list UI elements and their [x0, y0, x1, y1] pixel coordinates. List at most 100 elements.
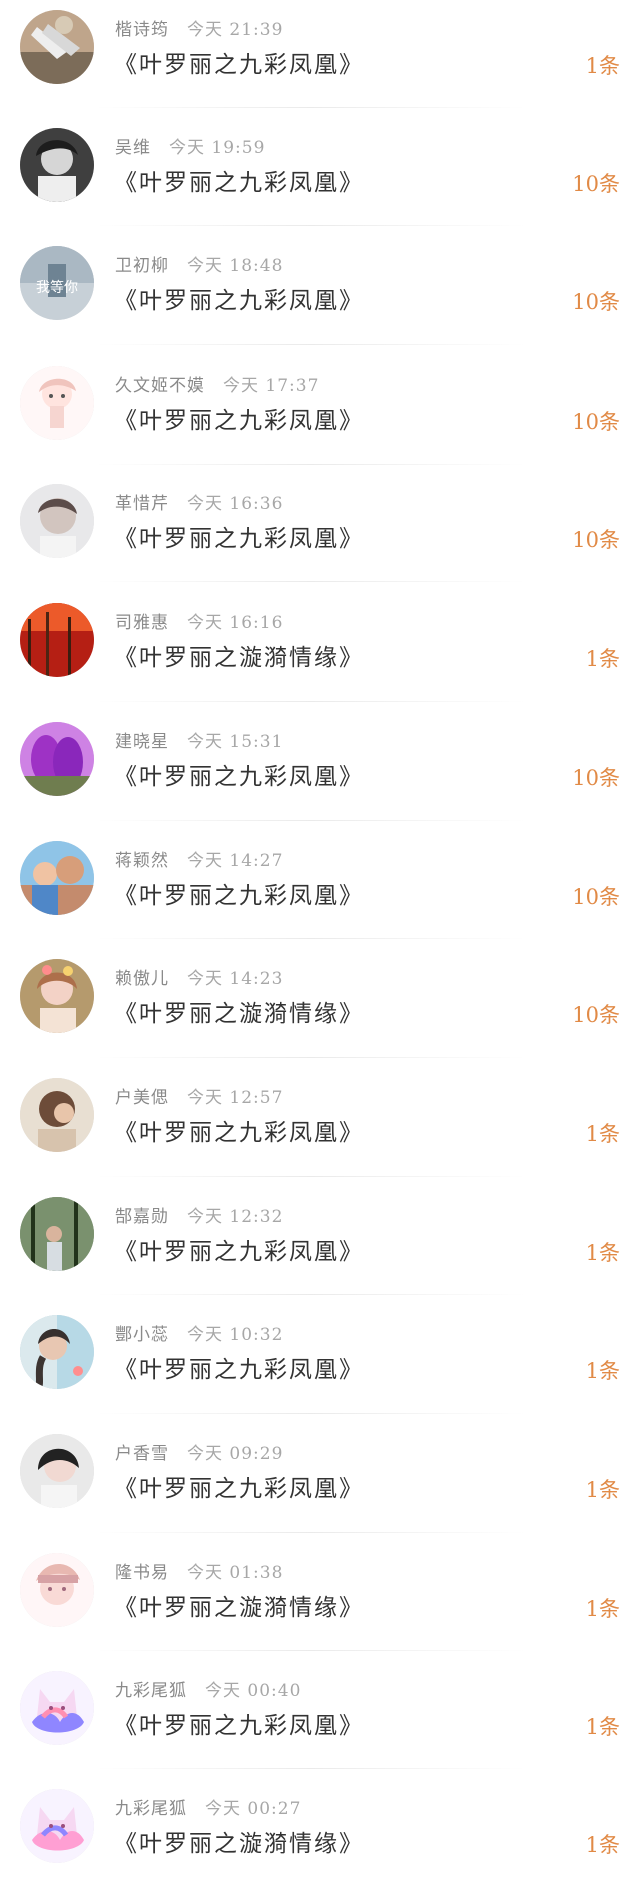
photo-icon [20, 484, 94, 558]
avatar[interactable] [20, 1671, 94, 1745]
message-title: 《叶罗丽之漩漪情缘》 [114, 1595, 364, 1621]
avatar[interactable] [20, 1315, 94, 1389]
photo-icon [20, 1315, 94, 1389]
list-item[interactable]: 九彩尾狐 今天 00:27 《叶罗丽之漩漪情缘》 1条 [0, 1779, 640, 1895]
meta-line: 隆书易 今天 01:38 [115, 1558, 284, 1583]
divider [96, 464, 526, 465]
meta-line: 酆小蕊 今天 10:32 [115, 1320, 283, 1345]
list-item[interactable]: 吴维 今天 19:59 《叶罗丽之九彩凤凰》 10条 [0, 118, 640, 236]
message-title: 《叶罗丽之九彩凤凰》 [114, 170, 364, 196]
list-item[interactable]: 司雅惠 今天 16:16 《叶罗丽之漩漪情缘》 1条 [0, 593, 640, 711]
meta-line: 楷诗筠 今天 21:39 [115, 15, 284, 40]
list-item[interactable]: 隆书易 今天 01:38 《叶罗丽之漩漪情缘》 1条 [0, 1543, 640, 1661]
message-title: 《叶罗丽之九彩凤凰》 [114, 408, 364, 434]
avatar[interactable] [20, 1789, 94, 1863]
message-title: 《叶罗丽之九彩凤凰》 [114, 52, 364, 78]
list-item[interactable]: 建晓星 今天 15:31 《叶罗丽之九彩凤凰》 10条 [0, 712, 640, 830]
avatar[interactable] [20, 1434, 94, 1508]
message-time: 今天 14:27 [187, 851, 284, 871]
user-name: 吴维 [115, 138, 151, 158]
message-count: 1条 [585, 1833, 620, 1857]
photo-icon [20, 1197, 94, 1271]
avatar[interactable] [20, 366, 94, 440]
message-time: 今天 00:27 [205, 1799, 302, 1819]
avatar[interactable] [20, 841, 94, 915]
avatar-text: 我等你 [36, 279, 78, 296]
user-name: 户香雪 [115, 1444, 169, 1464]
message-time: 今天 14:23 [187, 969, 284, 989]
divider [96, 1176, 526, 1177]
message-count: 1条 [585, 647, 620, 671]
message-count: 10条 [572, 410, 620, 434]
meta-line: 蒋颖然 今天 14:27 [115, 846, 284, 871]
message-time: 今天 00:40 [205, 1681, 302, 1701]
message-title: 《叶罗丽之九彩凤凰》 [114, 526, 364, 552]
message-count: 10条 [572, 290, 620, 314]
divider [96, 1294, 526, 1295]
list-item[interactable]: 九彩尾狐 今天 00:40 《叶罗丽之九彩凤凰》 1条 [0, 1661, 640, 1779]
avatar[interactable] [20, 10, 94, 84]
avatar[interactable] [20, 1553, 94, 1627]
flower-icon [20, 722, 94, 796]
message-count: 1条 [585, 1122, 620, 1146]
divider [96, 107, 526, 108]
list-item[interactable]: 酆小蕊 今天 10:32 《叶罗丽之九彩凤凰》 1条 [0, 1305, 640, 1423]
user-name: 郜嘉勋 [115, 1207, 169, 1227]
meta-line: 革惜芹 今天 16:36 [115, 489, 284, 514]
meta-line: 卫初柳 今天 18:48 [115, 251, 284, 276]
meta-line: 司雅惠 今天 16:16 [115, 608, 284, 633]
user-name: 建晓星 [115, 732, 169, 752]
list-item[interactable]: 革惜芹 今天 16:36 《叶罗丽之九彩凤凰》 10条 [0, 474, 640, 592]
list-item[interactable]: 郜嘉勋 今天 12:32 《叶罗丽之九彩凤凰》 1条 [0, 1187, 640, 1305]
message-time: 今天 16:36 [187, 494, 284, 514]
message-list: 楷诗筠 今天 21:39 《叶罗丽之九彩凤凰》 1条 吴维 今天 19:59 《… [0, 0, 640, 1895]
photo-icon [20, 128, 94, 202]
divider [96, 1057, 526, 1058]
message-count: 10条 [572, 766, 620, 790]
message-time: 今天 12:32 [187, 1207, 284, 1227]
avatar[interactable] [20, 1078, 94, 1152]
user-name: 楷诗筠 [115, 20, 169, 40]
avatar[interactable] [20, 1197, 94, 1271]
message-time: 今天 17:37 [223, 376, 320, 396]
photo-icon [20, 959, 94, 1033]
message-title: 《叶罗丽之九彩凤凰》 [114, 288, 364, 314]
message-time: 今天 16:16 [187, 613, 284, 633]
message-title: 《叶罗丽之漩漪情缘》 [114, 1001, 364, 1027]
list-item[interactable]: 户香雪 今天 09:29 《叶罗丽之九彩凤凰》 1条 [0, 1424, 640, 1542]
message-title: 《叶罗丽之九彩凤凰》 [114, 1357, 364, 1383]
avatar[interactable] [20, 484, 94, 558]
user-name: 九彩尾狐 [115, 1681, 187, 1701]
avatar[interactable] [20, 128, 94, 202]
message-count: 1条 [585, 1715, 620, 1739]
list-item[interactable]: 赖傲儿 今天 14:23 《叶罗丽之漩漪情缘》 10条 [0, 949, 640, 1067]
list-item[interactable]: 我等你 卫初柳 今天 18:48 《叶罗丽之九彩凤凰》 10条 [0, 236, 640, 354]
avatar[interactable]: 我等你 [20, 246, 94, 320]
avatar[interactable] [20, 722, 94, 796]
list-item[interactable]: 蒋颖然 今天 14:27 《叶罗丽之九彩凤凰》 10条 [0, 831, 640, 949]
photo-icon [20, 10, 94, 84]
meta-line: 九彩尾狐 今天 00:40 [115, 1676, 302, 1701]
message-title: 《叶罗丽之漩漪情缘》 [114, 645, 364, 671]
list-item[interactable]: 户美偲 今天 12:57 《叶罗丽之九彩凤凰》 1条 [0, 1068, 640, 1186]
meta-line: 户香雪 今天 09:29 [115, 1439, 283, 1464]
avatar[interactable] [20, 959, 94, 1033]
meta-line: 赖傲儿 今天 14:23 [115, 964, 284, 989]
message-time: 今天 01:38 [187, 1563, 284, 1583]
photo-icon [20, 841, 94, 915]
message-count: 1条 [585, 1241, 620, 1265]
message-time: 今天 19:59 [169, 138, 266, 158]
message-title: 《叶罗丽之漩漪情缘》 [114, 1831, 364, 1857]
message-count: 10条 [572, 885, 620, 909]
message-count: 10条 [572, 528, 620, 552]
message-time: 今天 18:48 [187, 256, 284, 276]
list-item[interactable]: 久文姬不嫫 今天 17:37 《叶罗丽之九彩凤凰》 10条 [0, 356, 640, 474]
message-count: 1条 [585, 1359, 620, 1383]
user-name: 户美偲 [115, 1088, 169, 1108]
message-title: 《叶罗丽之九彩凤凰》 [114, 1120, 364, 1146]
list-item[interactable]: 楷诗筠 今天 21:39 《叶罗丽之九彩凤凰》 1条 [0, 0, 640, 118]
avatar[interactable] [20, 603, 94, 677]
divider [96, 820, 526, 821]
divider [96, 225, 526, 226]
message-time: 今天 21:39 [187, 20, 284, 40]
